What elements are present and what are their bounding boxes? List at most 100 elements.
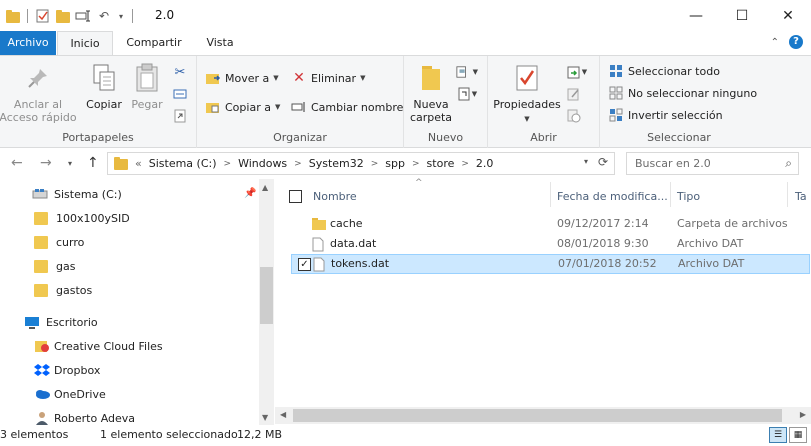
chevron-right-icon[interactable]: > (368, 159, 382, 169)
copy-button[interactable]: Copiar (84, 62, 124, 111)
tree-item-user[interactable]: Roberto Adeva (34, 407, 135, 425)
scrollbar-thumb[interactable] (293, 409, 782, 422)
forward-arrow-icon[interactable]: → (40, 155, 52, 171)
scrollbar-thumb[interactable] (260, 267, 273, 324)
tab-file[interactable]: Archivo (0, 31, 56, 55)
select-all-button[interactable]: Seleccionar todo (608, 61, 720, 81)
rename-button[interactable]: Cambiar nombre (291, 97, 403, 117)
breadcrumb-item[interactable]: spp (381, 157, 409, 170)
tree-item-creative-cloud[interactable]: Creative Cloud Files (34, 335, 163, 357)
minimize-button[interactable]: — (673, 0, 719, 31)
tree-item-dropbox[interactable]: Dropbox (34, 359, 100, 381)
copy-icon (88, 62, 120, 94)
address-bar[interactable]: « Sistema (C:) > Windows > System32 > sp… (107, 152, 615, 175)
move-to-button[interactable]: Mover a ▼ (205, 68, 279, 88)
chevron-down-icon[interactable]: ▾ (117, 8, 125, 24)
properties-label: Propiedades (493, 98, 561, 111)
group-label-new: Nuevo (427, 131, 464, 144)
select-none-button[interactable]: No seleccionar ninguno (608, 83, 757, 103)
chevron-right-icon[interactable]: > (458, 159, 472, 169)
qat-separator (132, 9, 133, 23)
column-header-name[interactable]: Nombre (313, 182, 357, 210)
large-icons-view-icon[interactable]: ▦ (789, 427, 807, 443)
scroll-left-icon[interactable]: ◀ (280, 410, 286, 419)
tab-home[interactable]: Inicio (57, 31, 113, 56)
easy-access-icon[interactable]: ▼ (456, 86, 478, 102)
chevron-right-icon[interactable]: > (409, 159, 423, 169)
up-arrow-icon[interactable]: ↑ (87, 155, 99, 171)
edit-icon[interactable] (566, 86, 582, 102)
table-row[interactable]: data.dat 08/01/2018 9:30 Archivo DAT (292, 234, 811, 254)
breadcrumb-item[interactable]: Windows (234, 157, 291, 170)
pin-icon: 📌 (244, 188, 257, 199)
breadcrumb-item[interactable]: Sistema (C:) (145, 157, 221, 170)
tree-item-desktop[interactable]: Escritorio (24, 311, 98, 333)
rename-icon[interactable] (75, 8, 91, 24)
tree-item-label: gas (56, 259, 76, 273)
column-divider[interactable] (787, 182, 788, 207)
copy-to-button[interactable]: Copiar a ▼ (205, 97, 280, 117)
invert-selection-button[interactable]: Invertir selección (608, 105, 723, 125)
collapse-ribbon-icon[interactable]: ⌃ (771, 37, 779, 48)
paste-button[interactable]: Pegar (128, 62, 166, 111)
folder-icon (34, 235, 48, 249)
new-folder-icon[interactable] (56, 10, 70, 23)
details-view-icon[interactable]: ☰ (769, 427, 787, 443)
properties-button[interactable]: Propiedades ▼ (493, 62, 561, 126)
search-input[interactable]: Buscar en 2.0 ⌕ (626, 152, 799, 175)
column-header-size[interactable]: Ta (795, 182, 807, 210)
tree-item-folder[interactable]: gas (34, 255, 75, 277)
tree-item-folder[interactable]: gastos (34, 279, 92, 301)
select-all-icon (608, 63, 624, 79)
qat-separator (27, 9, 28, 23)
scroll-up-icon[interactable]: ▲ (262, 183, 268, 192)
copy-path-icon[interactable] (172, 86, 188, 102)
column-divider[interactable] (550, 182, 551, 207)
scroll-down-icon[interactable]: ▼ (262, 413, 268, 422)
new-folder-label: Nueva carpeta (409, 98, 453, 124)
breadcrumb-item[interactable]: 2.0 (472, 157, 498, 170)
delete-button[interactable]: ✕ Eliminar ▼ (291, 68, 365, 88)
tree-item-folder[interactable]: curro (34, 231, 84, 253)
tab-share[interactable]: Compartir (116, 31, 192, 55)
tree-item-folder[interactable]: 100x100ySID (34, 207, 130, 229)
new-folder-button[interactable]: Nueva carpeta (408, 62, 454, 124)
properties-icon[interactable] (35, 8, 51, 24)
column-header-date[interactable]: Fecha de modifica... (557, 182, 668, 210)
table-row-selected[interactable]: ✓ tokens.dat 07/01/2018 20:52 Archivo DA… (291, 254, 810, 274)
recent-locations-icon[interactable]: ▾ (68, 159, 72, 168)
open-icon[interactable]: ▼ (566, 64, 588, 80)
file-list-horizontal-scrollbar[interactable]: ◀ ▶ (275, 407, 811, 424)
scroll-right-icon[interactable]: ▶ (800, 410, 806, 419)
breadcrumb-overflow[interactable]: « (132, 157, 145, 170)
tab-view[interactable]: Vista (196, 31, 244, 55)
column-divider[interactable] (670, 182, 671, 207)
refresh-icon[interactable]: ⟳ (598, 155, 608, 169)
tree-item-drive[interactable]: Sistema (C:) (32, 183, 122, 205)
chevron-right-icon[interactable]: > (221, 159, 235, 169)
chevron-right-icon[interactable]: > (291, 159, 305, 169)
table-row[interactable]: cache 09/12/2017 2:14 Carpeta de archivo… (292, 214, 811, 234)
close-button[interactable]: ✕ (765, 0, 811, 31)
tree-item-onedrive[interactable]: OneDrive (34, 383, 106, 405)
cut-icon[interactable]: ✂ (172, 64, 188, 80)
tree-item-label: Escritorio (46, 315, 98, 329)
undo-icon[interactable]: ↶ (96, 8, 112, 24)
back-arrow-icon[interactable]: ← (11, 155, 23, 171)
row-checkbox[interactable]: ✓ (298, 258, 311, 271)
select-all-checkbox[interactable] (289, 189, 302, 203)
nav-pane-scrollbar[interactable]: ▲ ▼ (259, 179, 274, 425)
ribbon-right-controls: ⌃ ? (771, 35, 803, 49)
breadcrumb-item[interactable]: System32 (305, 157, 368, 170)
column-header-type[interactable]: Tipo (677, 182, 700, 210)
address-dropdown-icon[interactable]: ▾ (584, 157, 588, 166)
folder-icon (34, 211, 48, 225)
maximize-button[interactable]: ☐ (719, 0, 765, 31)
paste-shortcut-icon[interactable] (172, 108, 188, 124)
help-icon[interactable]: ? (789, 35, 803, 49)
pin-quick-access-button[interactable]: Anclar al Acceso rápido (0, 62, 77, 124)
history-icon[interactable] (566, 108, 582, 124)
column-header-select[interactable] (289, 182, 302, 210)
breadcrumb-item[interactable]: store (423, 157, 459, 170)
new-item-icon[interactable]: ▼ (456, 64, 478, 80)
